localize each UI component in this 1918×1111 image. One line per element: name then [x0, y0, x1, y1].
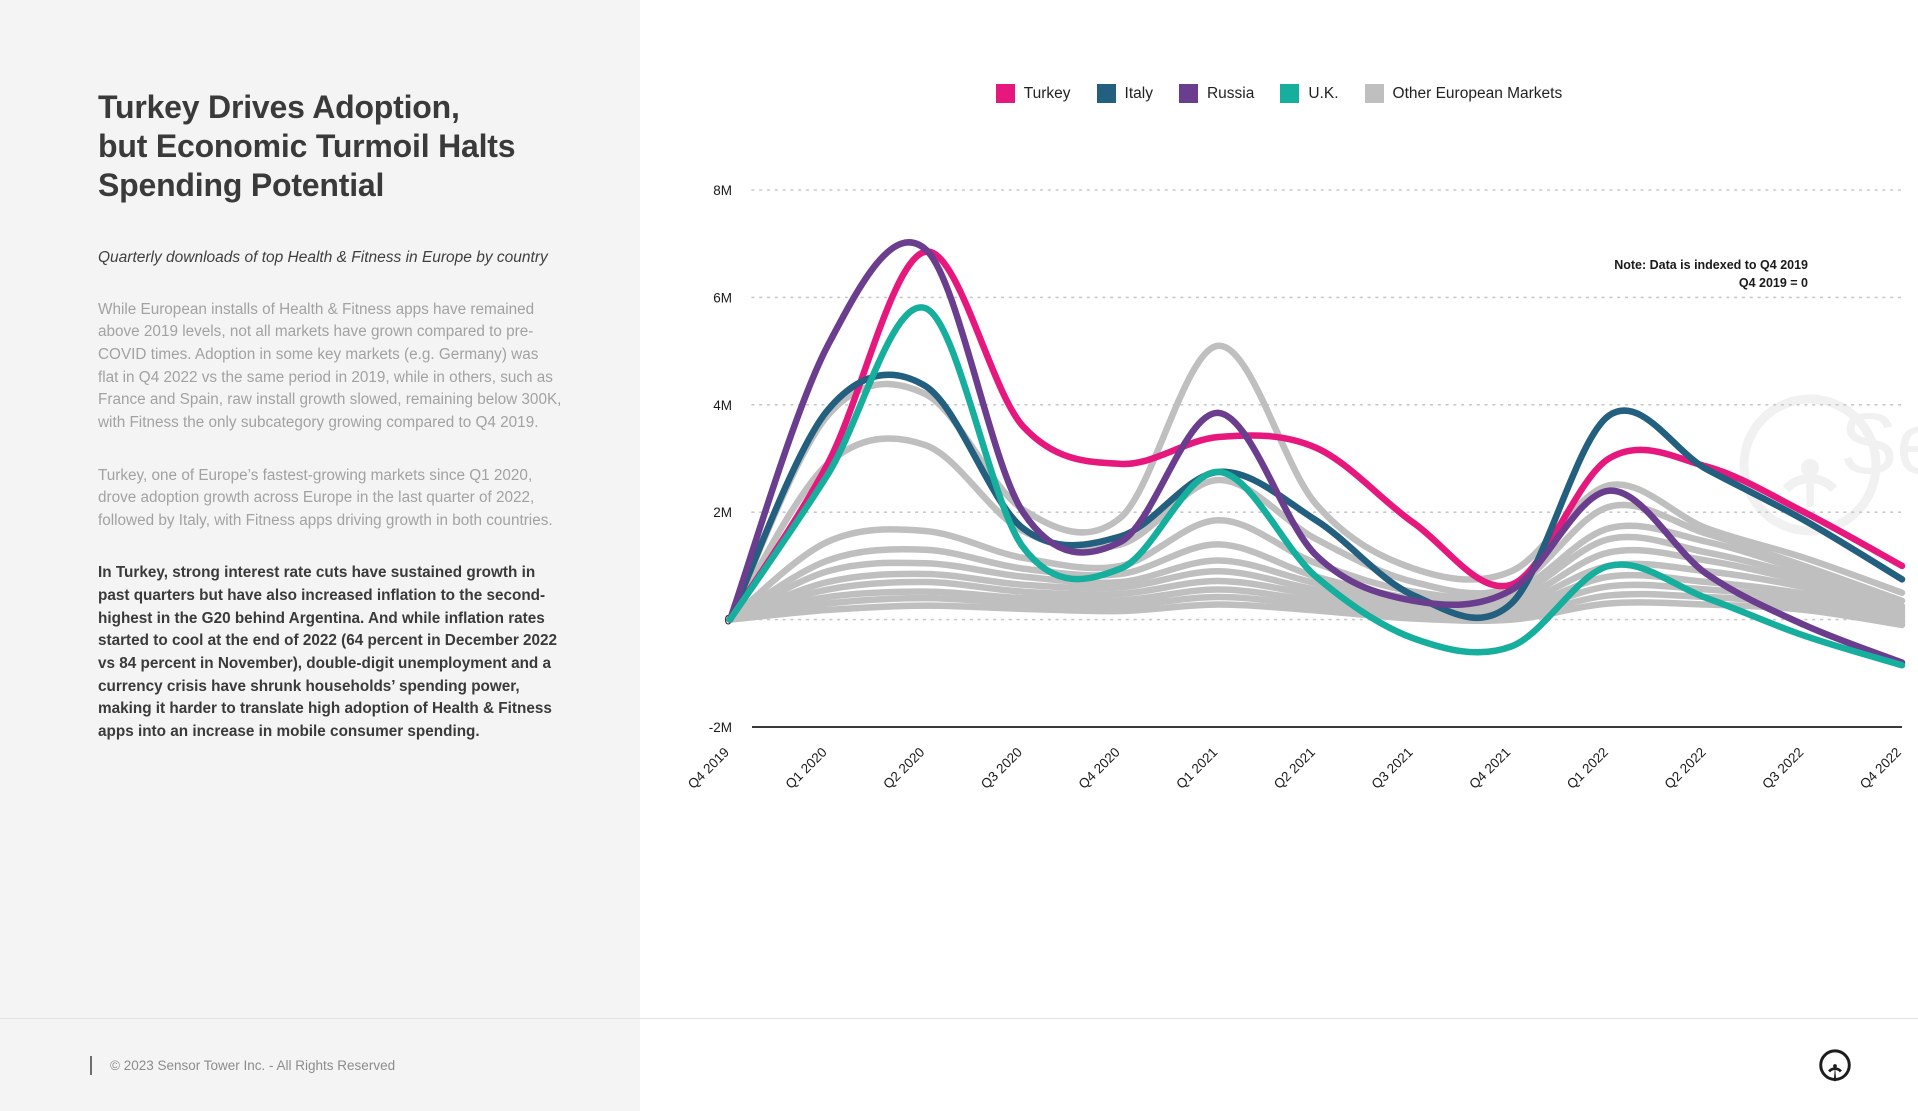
slide-root: Turkey Drives Adoption, but Economic Tur… [0, 0, 1918, 1110]
footer-divider [90, 1056, 92, 1075]
x-axis-tick-q4-2019: Q4 2019 [685, 745, 732, 792]
x-axis-tick-q3-2020: Q3 2020 [978, 745, 1025, 792]
y-axis-tick-2M: 2M [713, 505, 732, 520]
y-axis-tick-6M: 6M [713, 290, 732, 305]
x-axis-tick-q4-2020: Q4 2020 [1076, 745, 1123, 792]
body-copy: While European installs of Health & Fitn… [98, 299, 562, 744]
paragraph-3: In Turkey, strong interest rate cuts hav… [98, 562, 562, 743]
left-text-panel: Turkey Drives Adoption, but Economic Tur… [0, 0, 640, 1018]
x-axis-tick-q1-2021: Q1 2021 [1173, 745, 1220, 792]
y-axis-tick-8M: 8M [713, 183, 732, 198]
y-axis-tick--2M: -2M [709, 720, 732, 735]
x-axis-tick-q4-2022: Q4 2022 [1857, 745, 1904, 792]
paragraph-1: While European installs of Health & Fitn… [98, 299, 562, 435]
sensor-tower-logo-icon [1814, 1045, 1856, 1087]
x-axis-tick-q2-2021: Q2 2021 [1271, 745, 1318, 792]
x-axis-tick-q3-2021: Q3 2021 [1369, 745, 1416, 792]
x-axis-tick-q2-2022: Q2 2022 [1662, 745, 1709, 792]
line-chart: 8M6M4M2M0-2MQ4 2019Q1 2020Q2 2020Q3 2020… [640, 0, 1918, 1018]
x-axis-tick-q1-2022: Q1 2022 [1564, 745, 1611, 792]
x-axis-tick-q1-2020: Q1 2020 [783, 745, 830, 792]
page-title: Turkey Drives Adoption, but Economic Tur… [98, 88, 562, 205]
footer-left-block: © 2023 Sensor Tower Inc. - All Rights Re… [0, 1019, 640, 1111]
paragraph-2: Turkey, one of Europe’s fastest-growing … [98, 465, 562, 533]
x-axis-tick-q4-2021: Q4 2021 [1466, 745, 1513, 792]
chart-panel: TurkeyItalyRussiaU.K.Other European Mark… [640, 0, 1918, 1018]
footer-copyright: © 2023 Sensor Tower Inc. - All Rights Re… [110, 1058, 395, 1073]
x-axis-tick-q3-2022: Q3 2022 [1759, 745, 1806, 792]
y-axis-tick-4M: 4M [713, 398, 732, 413]
chart-svg-canvas: 8M6M4M2M0-2MQ4 2019Q1 2020Q2 2020Q3 2020… [640, 0, 1918, 1018]
footer: © 2023 Sensor Tower Inc. - All Rights Re… [0, 1018, 1918, 1110]
chart-subtitle: Quarterly downloads of top Health & Fitn… [98, 247, 562, 269]
x-axis-tick-q2-2020: Q2 2020 [880, 745, 927, 792]
